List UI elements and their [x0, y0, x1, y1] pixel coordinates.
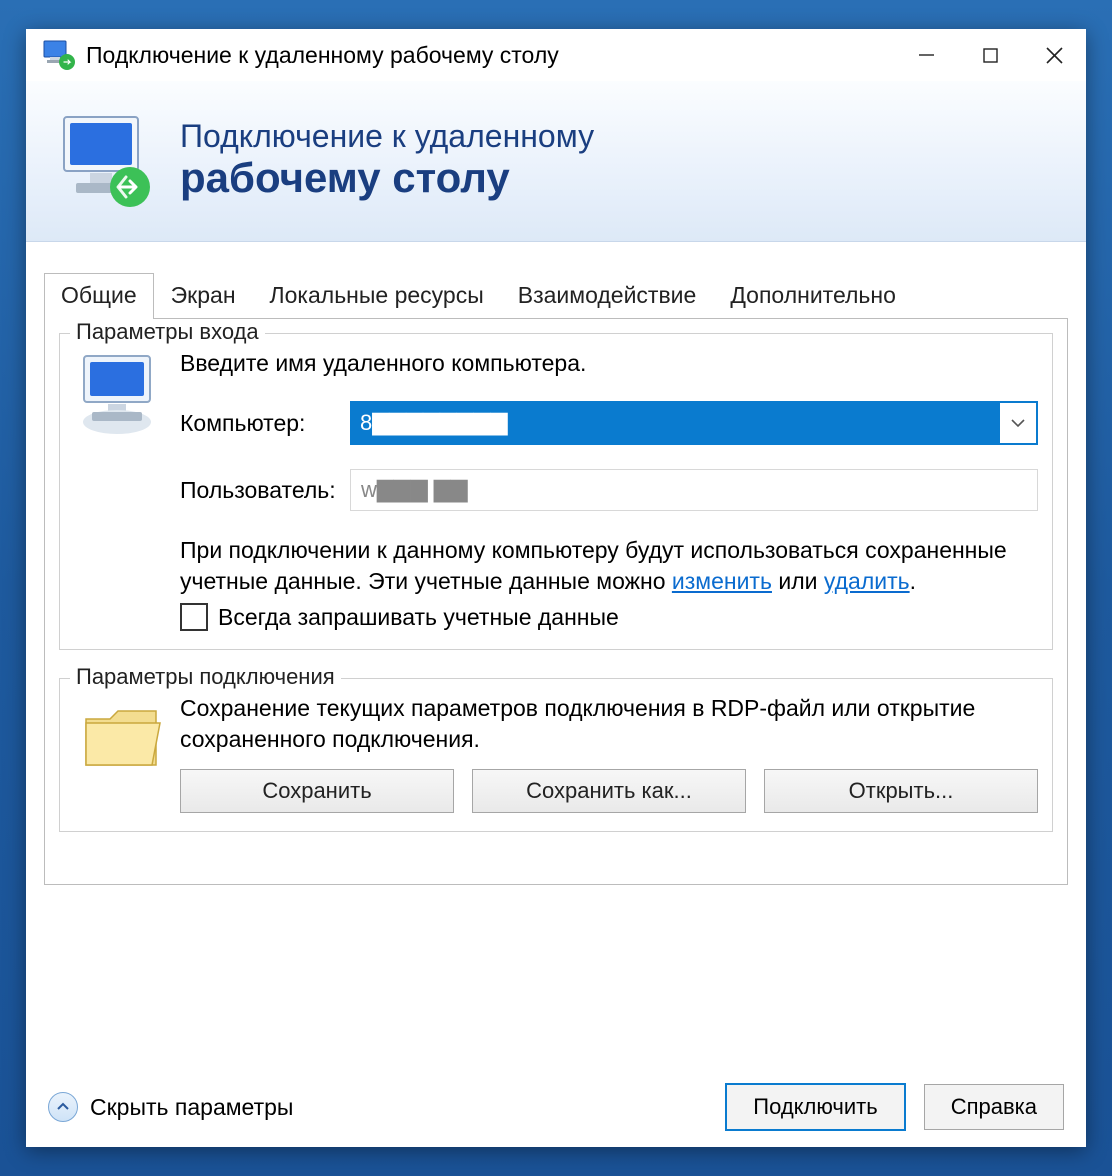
login-instruction: Введите имя удаленного компьютера. — [180, 350, 1038, 377]
banner-line1: Подключение к удаленному — [180, 119, 594, 154]
chevron-up-icon — [48, 1092, 78, 1122]
connection-legend: Параметры подключения — [70, 664, 341, 690]
credentials-note: При подключении к данному компьютеру буд… — [180, 535, 1038, 597]
user-label: Пользователь: — [180, 477, 350, 504]
banner: Подключение к удаленному рабочему столу — [26, 81, 1086, 242]
help-button[interactable]: Справка — [924, 1084, 1064, 1130]
save-button[interactable]: Сохранить — [180, 769, 454, 813]
computer-label: Компьютер: — [180, 410, 350, 437]
close-button[interactable] — [1022, 29, 1086, 81]
connection-settings-group: Параметры подключения Сохранение текущих… — [59, 678, 1053, 832]
tab-advanced[interactable]: Дополнительно — [713, 273, 913, 319]
footer: Скрыть параметры Подключить Справка — [26, 1067, 1086, 1147]
maximize-button[interactable] — [958, 29, 1022, 81]
folder-icon — [74, 693, 170, 783]
window-title: Подключение к удаленному рабочему столу — [86, 42, 894, 69]
hide-options-label: Скрыть параметры — [90, 1094, 293, 1121]
user-field[interactable]: w▇▇▇ ▇▇ — [350, 469, 1038, 511]
chevron-down-icon[interactable] — [1000, 403, 1036, 443]
connect-button[interactable]: Подключить — [725, 1083, 905, 1131]
always-ask-checkbox[interactable] — [180, 603, 208, 631]
body: Общие Экран Локальные ресурсы Взаимодейс… — [26, 242, 1086, 1067]
tab-strip: Общие Экран Локальные ресурсы Взаимодейс… — [44, 270, 1068, 319]
login-legend: Параметры входа — [70, 319, 265, 345]
always-ask-label: Всегда запрашивать учетные данные — [218, 604, 619, 631]
tab-general[interactable]: Общие — [44, 273, 154, 319]
link-change-credentials[interactable]: изменить — [672, 568, 772, 594]
link-delete-credentials[interactable]: удалить — [824, 568, 910, 594]
save-as-button[interactable]: Сохранить как... — [472, 769, 746, 813]
banner-line2: рабочему столу — [180, 154, 594, 202]
monitor-icon — [74, 348, 170, 438]
open-button[interactable]: Открыть... — [764, 769, 1038, 813]
computer-value[interactable]: 8▇▇▇▇▇▇▇▇ — [352, 403, 1000, 443]
tab-experience[interactable]: Взаимодействие — [501, 273, 714, 319]
computer-combobox[interactable]: 8▇▇▇▇▇▇▇▇ — [350, 401, 1038, 445]
banner-text: Подключение к удаленному рабочему столу — [180, 119, 594, 202]
minimize-button[interactable] — [894, 29, 958, 81]
banner-icon — [52, 111, 162, 211]
tab-display[interactable]: Экран — [154, 273, 253, 319]
hide-options-toggle[interactable]: Скрыть параметры — [48, 1092, 293, 1122]
tab-local-resources[interactable]: Локальные ресурсы — [253, 273, 501, 319]
rdc-window: Подключение к удаленному рабочему столу — [26, 29, 1086, 1147]
connection-text: Сохранение текущих параметров подключени… — [180, 693, 1038, 755]
app-icon — [42, 38, 76, 72]
titlebar: Подключение к удаленному рабочему столу — [26, 29, 1086, 81]
tab-panel-general: Параметры входа Введите имя удаленного к… — [44, 319, 1068, 885]
login-settings-group: Параметры входа Введите имя удаленного к… — [59, 333, 1053, 650]
